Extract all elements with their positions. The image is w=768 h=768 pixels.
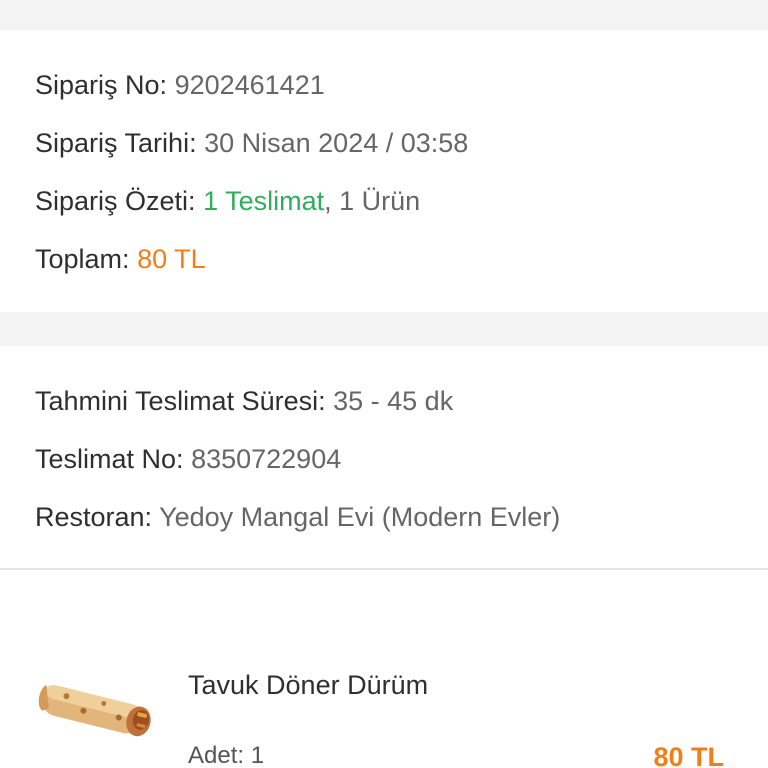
order-date-label: Sipariş Tarihi: <box>35 128 197 158</box>
restaurant-label: Restoran: <box>35 502 153 532</box>
delivery-eta-value: 35 - 45 dk <box>333 386 454 416</box>
order-date-row: Sipariş Tarihi: 30 Nisan 2024 / 03:58 <box>35 126 468 160</box>
order-date-value: 30 Nisan 2024 / 03:58 <box>204 128 469 158</box>
order-detail-page: Sipariş No: 9202461421 Sipariş Tarihi: 3… <box>0 0 768 768</box>
order-summary-label: Sipariş Özeti: <box>35 186 196 216</box>
product-price: 80 TL <box>653 742 724 768</box>
restaurant-row: Restoran: Yedoy Mangal Evi (Modern Evler… <box>35 500 560 534</box>
product-name: Tavuk Döner Dürüm <box>188 670 429 700</box>
delivery-number-value: 8350722904 <box>191 444 342 474</box>
order-total-value: 80 TL <box>137 244 206 274</box>
delivery-number-row: Teslimat No: 8350722904 <box>35 442 341 476</box>
order-total-label: Toplam: <box>35 244 130 274</box>
order-number-value: 9202461421 <box>174 70 325 100</box>
order-summary-row: Sipariş Özeti: 1 Teslimat, 1 Ürün <box>35 184 420 218</box>
product-quantity: Adet: 1 <box>188 742 265 768</box>
order-number-row: Sipariş No: 9202461421 <box>35 68 325 102</box>
order-total-row: Toplam: 80 TL <box>35 242 206 276</box>
delivery-eta-label: Tahmini Teslimat Süresi: <box>35 386 326 416</box>
delivery-count-link[interactable]: 1 Teslimat <box>203 186 324 216</box>
delivery-eta-row: Tahmini Teslimat Süresi: 35 - 45 dk <box>35 384 453 418</box>
item-count: , 1 Ürün <box>324 186 421 216</box>
order-number-label: Sipariş No: <box>35 70 168 100</box>
chicken-doner-wrap-image <box>38 685 151 737</box>
delivery-number-label: Teslimat No: <box>35 444 184 474</box>
restaurant-name: Yedoy Mangal Evi (Modern Evler) <box>159 502 561 532</box>
